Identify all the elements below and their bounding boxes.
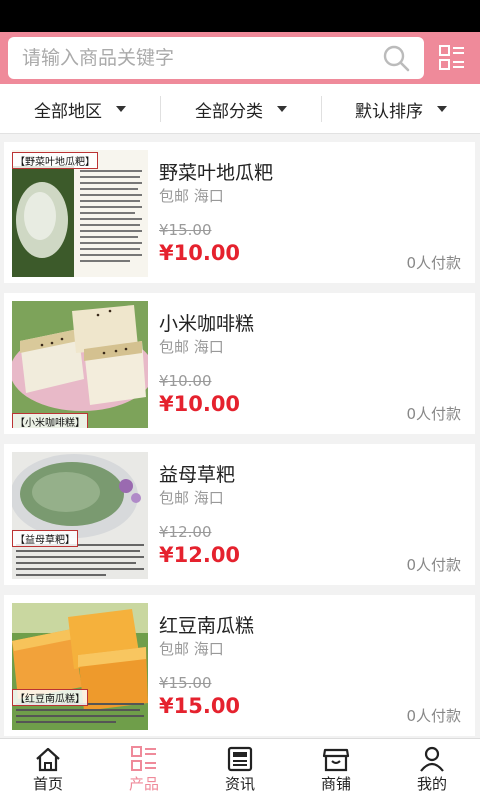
news-icon — [227, 746, 253, 772]
product-image: 【野菜叶地瓜粑】 — [12, 150, 148, 277]
sale-price: ¥12.00 — [159, 543, 241, 567]
payment-count: 0人付款 — [406, 556, 461, 574]
user-icon — [420, 746, 444, 772]
filter-region[interactable]: 全部地区 — [0, 84, 160, 134]
product-shipping: 包邮 海口 — [159, 187, 224, 205]
product-card[interactable]: 【野菜叶地瓜粑】 野菜叶地瓜粑 包邮 海口 ¥15.00 ¥10.00 0人付款 — [4, 142, 475, 283]
product-name: 野菜叶地瓜粑 — [159, 162, 274, 184]
filter-sort-label: 默认排序 — [355, 101, 423, 122]
image-caption: 【野菜叶地瓜粑】 — [12, 152, 98, 169]
tab-products[interactable]: 产品 — [96, 739, 192, 800]
chevron-down-icon — [437, 106, 447, 112]
payment-count: 0人付款 — [406, 405, 461, 423]
image-caption: 【益母草粑】 — [12, 530, 78, 547]
chevron-down-icon — [277, 106, 287, 112]
tab-shop[interactable]: 商铺 — [288, 739, 384, 800]
product-image: 【小米咖啡糕】 — [12, 301, 148, 428]
filter-bar: 全部地区 全部分类 默认排序 — [0, 84, 480, 134]
shop-icon — [322, 748, 350, 772]
product-card[interactable]: 【益母草粑】 益母草粑 包邮 海口 ¥12.00 ¥12.00 0人付款 — [4, 444, 475, 585]
product-name: 红豆南瓜糕 — [159, 615, 255, 637]
tab-label: 首页 — [32, 775, 63, 793]
status-bar — [0, 0, 480, 32]
original-price: ¥15.00 — [159, 221, 212, 239]
search-header — [0, 32, 480, 84]
tab-label: 我的 — [416, 775, 447, 793]
product-shipping: 包邮 海口 — [159, 489, 224, 507]
filter-sort[interactable]: 默认排序 — [322, 84, 480, 134]
product-card[interactable]: 【红豆南瓜糕】 红豆南瓜糕 包邮 海口 ¥15.00 ¥15.00 0人付款 — [4, 595, 475, 736]
product-shipping: 包邮 海口 — [159, 640, 224, 658]
tab-news[interactable]: 资讯 — [192, 739, 288, 800]
bottom-tab-bar: 首页 产品 资讯 商铺 我的 — [0, 738, 480, 800]
sale-price: ¥15.00 — [159, 694, 241, 718]
product-list-icon — [131, 746, 156, 771]
product-shipping: 包邮 海口 — [159, 338, 224, 356]
product-image: 【红豆南瓜糕】 — [12, 603, 148, 730]
original-price: ¥12.00 — [159, 523, 212, 541]
category-menu-icon[interactable] — [438, 44, 466, 72]
tab-label: 商铺 — [320, 775, 351, 793]
original-price: ¥10.00 — [159, 372, 212, 390]
product-image: 【益母草粑】 — [12, 452, 148, 579]
product-card[interactable]: 【小米咖啡糕】 小米咖啡糕 包邮 海口 ¥10.00 ¥10.00 0人付款 — [4, 293, 475, 434]
tab-mine[interactable]: 我的 — [384, 739, 480, 800]
original-price: ¥15.00 — [159, 674, 212, 692]
filter-region-label: 全部地区 — [34, 101, 102, 122]
search-input[interactable] — [22, 37, 372, 79]
tab-home[interactable]: 首页 — [0, 739, 96, 800]
tab-label: 产品 — [128, 775, 159, 793]
tab-label: 资讯 — [224, 775, 255, 793]
image-caption: 【小米咖啡糕】 — [12, 413, 88, 428]
search-box[interactable] — [8, 37, 424, 79]
product-name: 益母草粑 — [159, 464, 236, 486]
filter-category[interactable]: 全部分类 — [161, 84, 321, 134]
payment-count: 0人付款 — [406, 254, 461, 272]
filter-category-label: 全部分类 — [195, 101, 263, 122]
home-icon — [36, 747, 60, 772]
chevron-down-icon — [116, 106, 126, 112]
sale-price: ¥10.00 — [159, 241, 241, 265]
image-caption: 【红豆南瓜糕】 — [12, 689, 88, 706]
sale-price: ¥10.00 — [159, 392, 241, 416]
product-name: 小米咖啡糕 — [159, 313, 255, 335]
payment-count: 0人付款 — [406, 707, 461, 725]
search-icon[interactable] — [382, 44, 410, 72]
